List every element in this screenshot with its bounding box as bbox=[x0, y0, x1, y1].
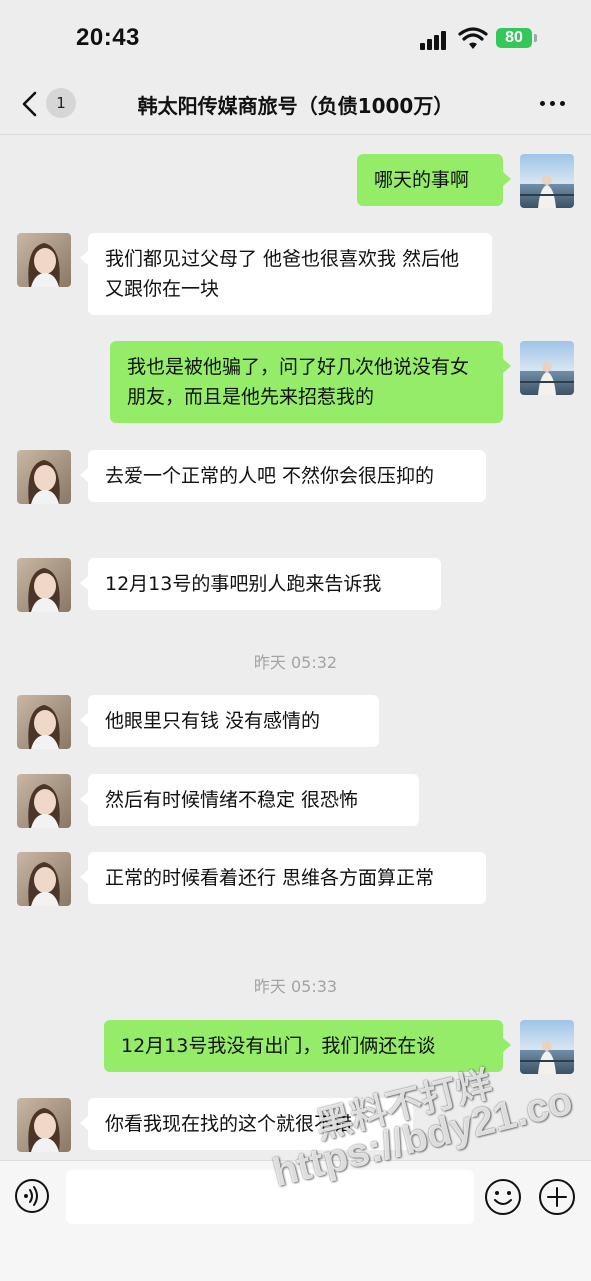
incoming-message[interactable]: 去爱一个正常的人吧 不然你会很压抑的 bbox=[80, 450, 486, 502]
outgoing-message[interactable]: 12月13号我没有出门，我们俩还在谈 bbox=[104, 1020, 511, 1072]
status-time: 20:43 bbox=[76, 24, 140, 51]
unread-count-badge[interactable]: 1 bbox=[46, 88, 76, 118]
contact-avatar[interactable] bbox=[17, 450, 71, 504]
message-timestamp: 昨天 05:32 bbox=[253, 653, 338, 672]
my-avatar[interactable] bbox=[520, 1020, 574, 1074]
incoming-message[interactable]: 正常的时候看着还行 思维各方面算正常 bbox=[80, 852, 486, 904]
message-input[interactable] bbox=[66, 1170, 474, 1224]
message-timestamp: 昨天 05:33 bbox=[253, 977, 338, 996]
contact-avatar[interactable] bbox=[17, 558, 71, 612]
incoming-message[interactable]: 他眼里只有钱 没有感情的 bbox=[80, 695, 379, 747]
battery-icon: 80 bbox=[496, 28, 532, 48]
contact-avatar[interactable] bbox=[17, 233, 71, 287]
chat-title: 韩太阳传媒商旅号（负债1000万） bbox=[137, 94, 454, 118]
incoming-message[interactable]: 你看我现在找的这个就很不错 bbox=[80, 1098, 413, 1150]
wifi-icon bbox=[458, 27, 488, 49]
cellular-signal-icon bbox=[420, 30, 448, 50]
more-dots-icon[interactable] bbox=[540, 100, 566, 108]
my-avatar[interactable] bbox=[520, 341, 574, 395]
contact-avatar[interactable] bbox=[17, 852, 71, 906]
plus-icon[interactable] bbox=[538, 1178, 576, 1216]
emoji-icon[interactable] bbox=[484, 1178, 522, 1216]
contact-avatar[interactable] bbox=[17, 774, 71, 828]
battery-tip bbox=[534, 34, 537, 42]
incoming-message[interactable]: 12月13号的事吧别人跑来告诉我 bbox=[80, 558, 441, 610]
incoming-message[interactable]: 然后有时候情绪不稳定 很恐怖 bbox=[80, 774, 419, 826]
my-avatar[interactable] bbox=[520, 154, 574, 208]
incoming-message[interactable]: 我们都见过父母了 他爸也很喜欢我 然后他又跟你在一块 bbox=[80, 233, 492, 315]
voice-icon[interactable] bbox=[14, 1178, 50, 1214]
contact-avatar[interactable] bbox=[17, 1098, 71, 1152]
outgoing-message[interactable]: 哪天的事啊 bbox=[357, 154, 511, 206]
contact-avatar[interactable] bbox=[17, 695, 71, 749]
status-bar: 20:43 80 bbox=[0, 0, 591, 72]
outgoing-message[interactable]: 我也是被他骗了，问了好几次他说没有女朋友，而且是他先来招惹我的 bbox=[110, 341, 511, 423]
chevron-left-icon[interactable] bbox=[18, 90, 42, 118]
